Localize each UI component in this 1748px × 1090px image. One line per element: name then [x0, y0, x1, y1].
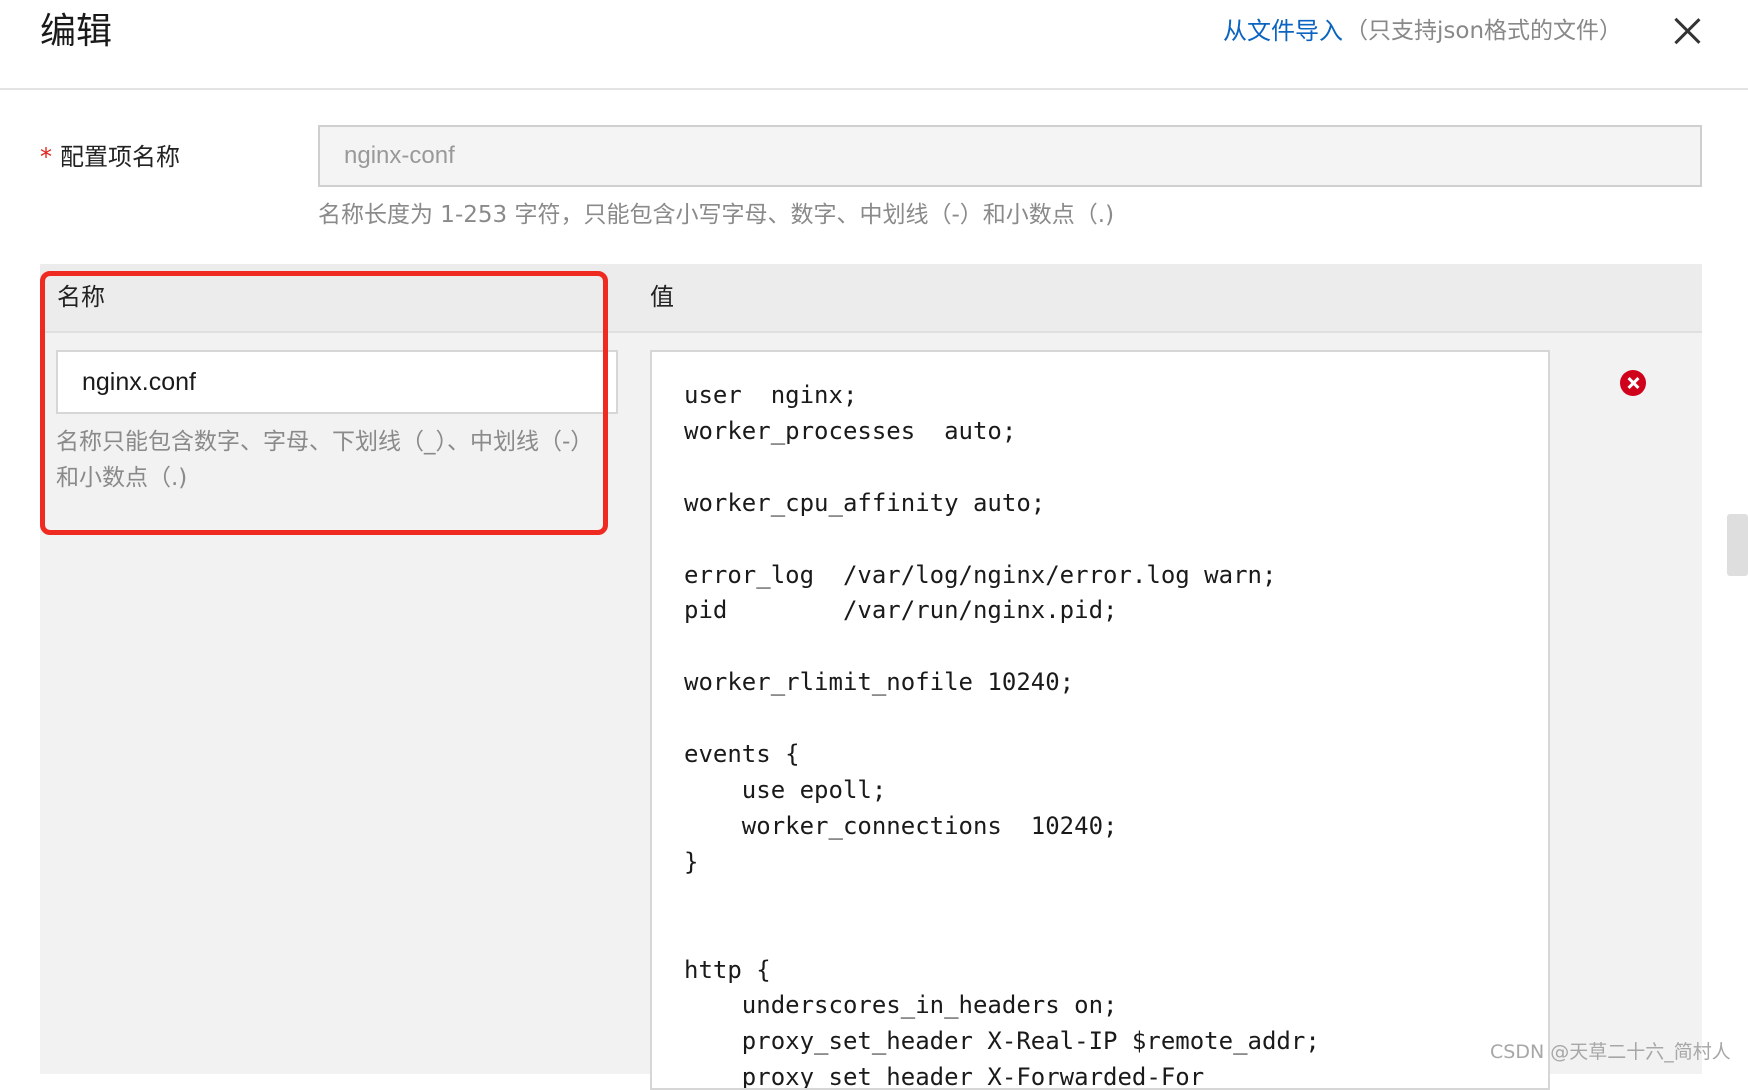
annotation-highlight-box — [40, 271, 608, 535]
dialog-title: 编辑 — [40, 11, 113, 52]
scrollbar-thumb[interactable] — [1727, 514, 1748, 576]
close-icon[interactable] — [1670, 14, 1704, 48]
required-mark: * — [40, 143, 52, 171]
watermark: CSDN @天草二十六_简村人 — [1490, 1041, 1731, 1063]
config-name-input[interactable] — [318, 125, 1702, 187]
import-from-file-link[interactable]: 从文件导入 — [1223, 14, 1343, 48]
dialog-header: 编辑 从文件导入 （只支持json格式的文件） — [0, 0, 1748, 90]
config-name-help: 名称长度为 1-253 字符，只能包含小写字母、数字、中划线（-）和小数点（.) — [318, 202, 1115, 228]
config-name-label-text: 配置项名称 — [60, 143, 180, 171]
import-hint: （只支持json格式的文件） — [1345, 18, 1623, 44]
config-name-label: * 配置项名称 — [40, 140, 180, 174]
value-textarea[interactable]: user nginx; worker_processes auto; worke… — [650, 350, 1550, 1090]
remove-row-icon[interactable] — [1620, 370, 1646, 396]
column-header-value: 值 — [650, 283, 674, 311]
